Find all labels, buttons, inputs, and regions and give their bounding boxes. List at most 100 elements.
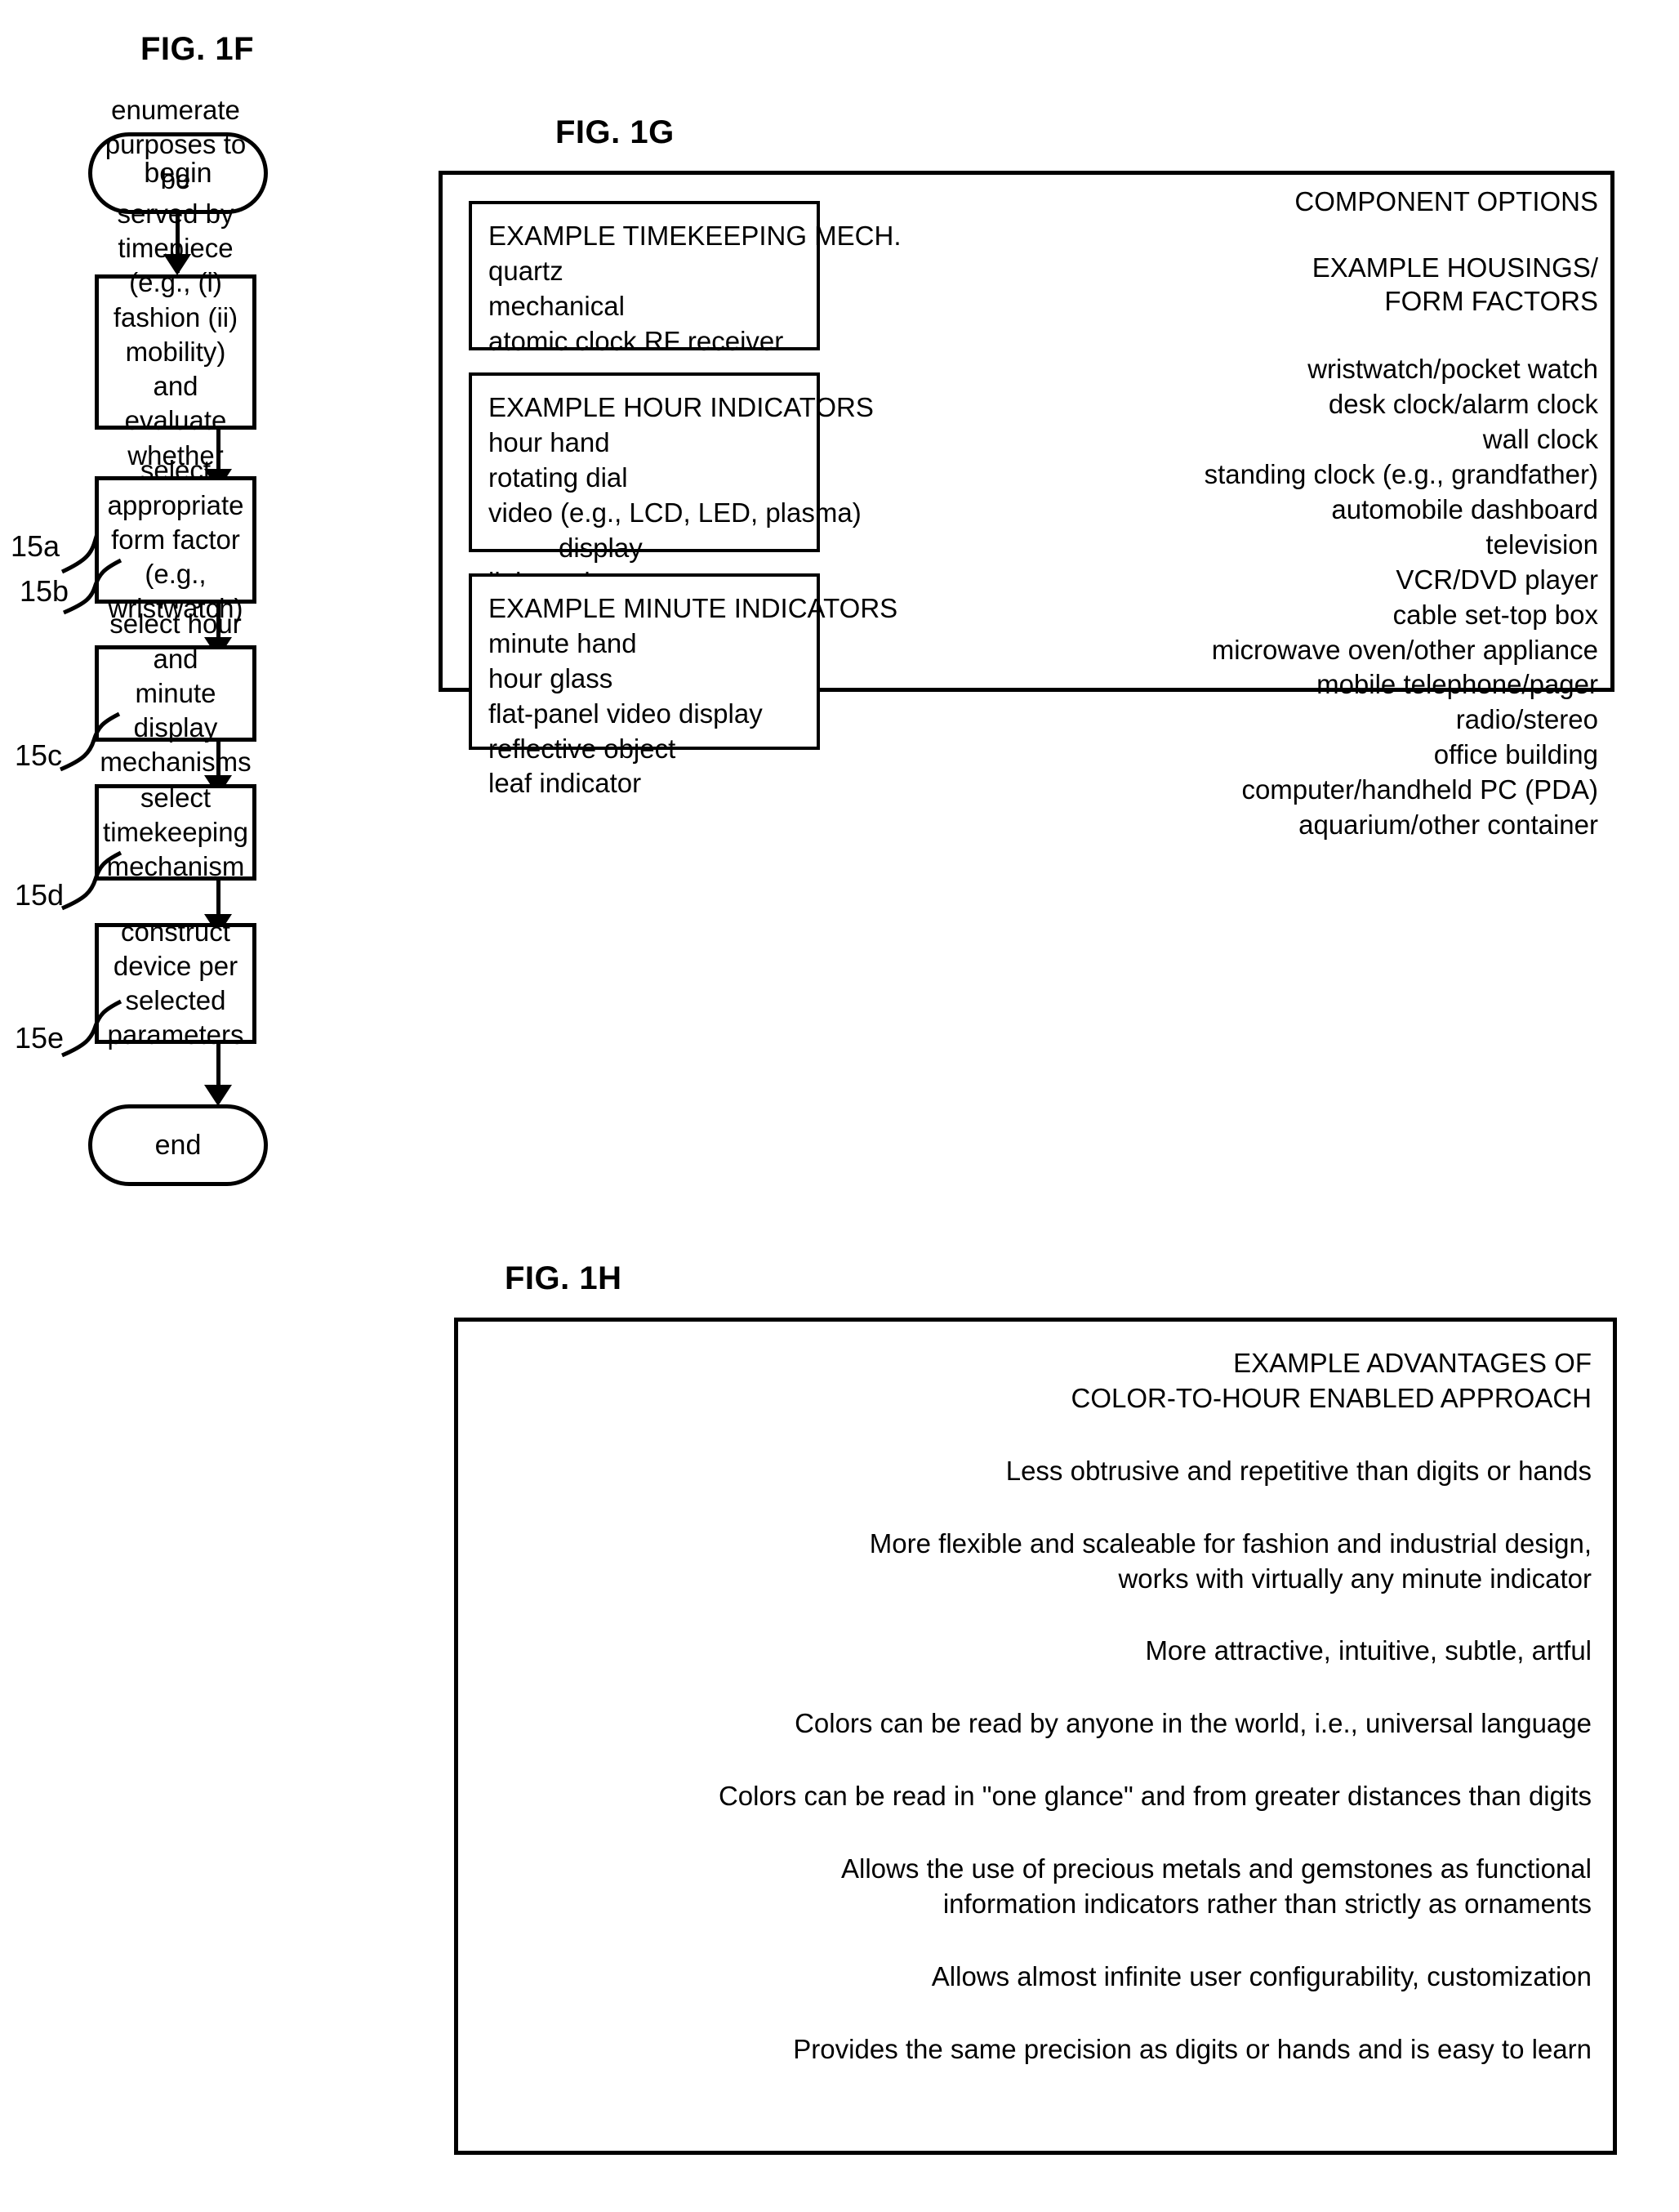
advantage-line: Less obtrusive and repetitive than digit… bbox=[1005, 1455, 1592, 1486]
figure-title-1f: FIG. 1F bbox=[140, 31, 255, 67]
panel-item: hour glass bbox=[488, 662, 613, 693]
line: timepiece bbox=[118, 233, 234, 264]
advantage-line: Colors can be read by anyone in the worl… bbox=[795, 1708, 1592, 1739]
advantage-item: More attractive, intuitive, subtle, artf… bbox=[479, 1634, 1592, 1669]
form-factor-item: desk clock/alarm clock bbox=[1328, 389, 1598, 420]
form-factor-item: wall clock bbox=[1482, 424, 1598, 455]
line: (e.g., (i) bbox=[129, 267, 222, 298]
flow-node-select-display-mechanisms-text: select hour and minute display mechanism… bbox=[100, 607, 251, 779]
advantage-item: Allows almost infinite user configurabil… bbox=[479, 1960, 1592, 1995]
reference-hook-15d bbox=[61, 850, 122, 911]
advantage-line: Provides the same precision as digits or… bbox=[793, 2033, 1592, 2064]
line: purposes to be bbox=[105, 129, 247, 194]
form-factor-item: VCR/DVD player bbox=[1396, 564, 1598, 595]
line: construct bbox=[121, 916, 230, 947]
panel-item: video (e.g., LCD, LED, plasma) bbox=[488, 497, 862, 528]
line: device per bbox=[113, 950, 238, 981]
reference-label-15b: 15b bbox=[20, 574, 69, 608]
line: mobility) and bbox=[125, 336, 226, 402]
panel-item: atomic clock RF receiver bbox=[488, 325, 784, 356]
panel-example-hour-indicators: EXAMPLE HOUR INDICATORS hour hand rotati… bbox=[469, 372, 874, 632]
form-factor-item: radio/stereo bbox=[1455, 704, 1598, 735]
advantage-item: Less obtrusive and repetitive than digit… bbox=[479, 1454, 1592, 1489]
form-factor-item: aquarium/other container bbox=[1298, 809, 1598, 840]
figure-1h-frame: EXAMPLE ADVANTAGES OF COLOR-TO-HOUR ENAB… bbox=[454, 1318, 1617, 2155]
line: enumerate bbox=[111, 95, 240, 126]
flow-node-select-timekeeping-mechanism-text: select timekeeping mechanism bbox=[103, 781, 248, 885]
panel-heading: EXAMPLE TIMEKEEPING MECH. bbox=[488, 221, 902, 251]
panel-item: quartz bbox=[488, 255, 563, 286]
line: timekeeping bbox=[103, 816, 248, 847]
line: select bbox=[140, 455, 212, 486]
form-factor-item: standing clock (e.g., grandfather) bbox=[1204, 459, 1598, 490]
panel-item: hour hand bbox=[488, 426, 610, 457]
figure-title-1g: FIG. 1G bbox=[555, 114, 675, 150]
panel-example-timekeeping-mechanisms: EXAMPLE TIMEKEEPING MECH. quartz mechani… bbox=[469, 201, 902, 356]
flow-node-construct-device-text: construct device per selected parameters bbox=[108, 915, 244, 1053]
advantage-item: Colors can be read in "one glance" and f… bbox=[479, 1779, 1592, 1814]
advantages-heading: EXAMPLE ADVANTAGES OF COLOR-TO-HOUR ENAB… bbox=[479, 1346, 1592, 1416]
advantage-item: Allows the use of precious metals and ge… bbox=[479, 1852, 1592, 1922]
patent-figure-sheet: FIG. 1F begin enumerate purposes to be s… bbox=[0, 0, 1679, 2212]
line: mechanism bbox=[106, 851, 245, 882]
advantage-line: works with virtually any minute indicato… bbox=[1118, 1563, 1592, 1594]
reference-label-15a: 15a bbox=[11, 529, 60, 563]
panel-item: rotating dial bbox=[488, 462, 628, 493]
housings-title-line-1: EXAMPLE HOUSINGS/ bbox=[1312, 252, 1598, 283]
flow-arrowhead-6 bbox=[204, 1085, 232, 1106]
advantage-line: More attractive, intuitive, subtle, artf… bbox=[1145, 1635, 1592, 1666]
reference-label-15c: 15c bbox=[15, 738, 63, 772]
advantage-item: More flexible and scaleable for fashion … bbox=[479, 1527, 1592, 1597]
line: selected bbox=[125, 985, 226, 1015]
advantage-line: Allows almost infinite user configurabil… bbox=[931, 1960, 1592, 1991]
advantages-list: EXAMPLE ADVANTAGES OF COLOR-TO-HOUR ENAB… bbox=[479, 1346, 1592, 2067]
panel-item: flat-panel video display bbox=[488, 698, 763, 729]
line: served by bbox=[117, 198, 234, 229]
form-factor-item: microwave oven/other appliance bbox=[1211, 634, 1598, 665]
figure-1g-frame: EXAMPLE TIMEKEEPING MECH. quartz mechani… bbox=[439, 171, 1614, 840]
advantage-line: information indicators rather than stric… bbox=[942, 1889, 1592, 1920]
advantages-heading-line-1: EXAMPLE ADVANTAGES OF bbox=[1233, 1348, 1592, 1378]
advantage-item: Provides the same precision as digits or… bbox=[479, 2032, 1592, 2067]
reference-label-15e: 15e bbox=[15, 1021, 65, 1055]
component-options-column: COMPONENT OPTIONS EXAMPLE HOUSINGS/ FORM… bbox=[1100, 185, 1598, 843]
line: appropriate bbox=[107, 489, 244, 520]
form-factor-item: television bbox=[1485, 528, 1598, 560]
line: fashion (ii) bbox=[113, 301, 238, 332]
form-factor-item: automobile dashboard bbox=[1331, 493, 1598, 524]
form-factor-item: computer/handheld PC (PDA) bbox=[1241, 774, 1598, 805]
flow-node-enumerate-purposes: enumerate purposes to be served by timep… bbox=[95, 95, 256, 609]
advantage-line: Colors can be read in "one glance" and f… bbox=[718, 1781, 1592, 1812]
panel-heading: EXAMPLE HOUR INDICATORS bbox=[488, 392, 874, 422]
housings-form-factors-title: EXAMPLE HOUSINGS/ FORM FACTORS bbox=[1100, 251, 1598, 319]
component-options-title: COMPONENT OPTIONS bbox=[1294, 186, 1598, 216]
advantages-heading-line-2: COLOR-TO-HOUR ENABLED APPROACH bbox=[1071, 1382, 1592, 1413]
panel-heading: EXAMPLE MINUTE INDICATORS bbox=[488, 593, 898, 623]
panel-example-minute-indicators: EXAMPLE MINUTE INDICATORS minute hand ho… bbox=[469, 573, 898, 798]
panel-item: leaf indicator bbox=[488, 768, 642, 799]
form-factor-item: wristwatch/pocket watch bbox=[1307, 354, 1598, 385]
line: select hour and bbox=[109, 609, 242, 674]
panel-item: minute hand bbox=[488, 627, 637, 658]
line: minute display bbox=[133, 677, 218, 743]
panel-item: mechanical bbox=[488, 290, 625, 321]
advantage-item: Colors can be read by anyone in the worl… bbox=[479, 1706, 1592, 1742]
flow-node-select-form-factor-text: select appropriate form factor (e.g., wr… bbox=[108, 453, 244, 626]
housings-title-line-2: FORM FACTORS bbox=[1384, 286, 1598, 317]
flow-node-end-label: end bbox=[154, 1129, 202, 1161]
line: (e.g., bbox=[145, 559, 207, 590]
line: form factor bbox=[111, 524, 240, 555]
form-factor-item: office building bbox=[1433, 739, 1598, 770]
line: parameters bbox=[107, 1019, 244, 1050]
line: select bbox=[140, 782, 212, 813]
panel-item: reflective object bbox=[488, 733, 676, 764]
form-factor-item: cable set-top box bbox=[1392, 599, 1598, 630]
line: evaluate bbox=[124, 405, 227, 436]
reference-hook-15e bbox=[61, 999, 122, 1058]
advantage-line: More flexible and scaleable for fashion … bbox=[869, 1527, 1592, 1559]
flow-node-end: end bbox=[88, 1104, 268, 1186]
figure-title-1h: FIG. 1H bbox=[505, 1260, 622, 1296]
form-factor-item: mobile telephone/pager bbox=[1316, 669, 1598, 700]
reference-label-15d: 15d bbox=[15, 878, 65, 912]
panel-item: display bbox=[559, 532, 643, 563]
